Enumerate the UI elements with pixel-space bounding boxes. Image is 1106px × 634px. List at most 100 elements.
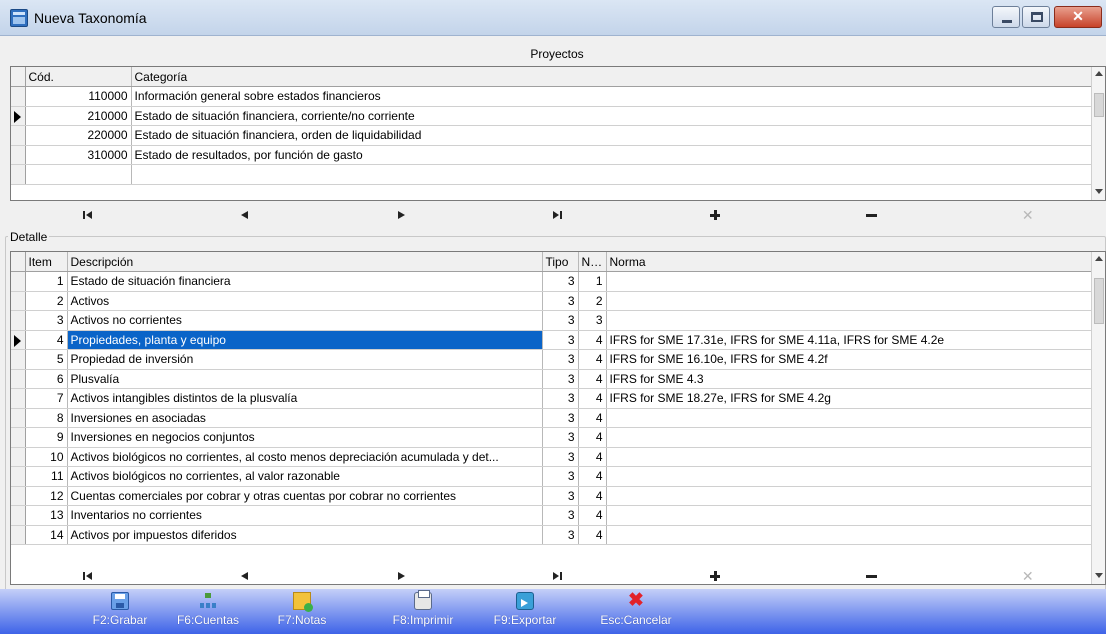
proyecto-row[interactable]: 110000 Información general sobre estados … [11, 86, 1094, 107]
cell-norma[interactable] [606, 486, 1094, 506]
cell-nivel[interactable]: 4 [578, 388, 607, 409]
nav-first-button[interactable] [10, 564, 167, 588]
column-header-item[interactable]: Item [25, 252, 68, 272]
cell-descripcion[interactable]: Activos por impuestos diferidos [67, 525, 543, 545]
detalle-row[interactable]: 9 Inversiones en negocios conjuntos 3 4 [11, 427, 1094, 448]
print-button[interactable]: F8:Imprimir [384, 590, 462, 634]
cell-item[interactable]: 7 [25, 388, 68, 409]
proyecto-new-row[interactable] [11, 164, 1094, 185]
cell-item[interactable]: 13 [25, 505, 68, 526]
cell-nivel[interactable]: 4 [578, 505, 607, 526]
detalle-row[interactable]: 12 Cuentas comerciales por cobrar y otras… [11, 486, 1094, 506]
row-indicator[interactable] [11, 291, 26, 311]
row-indicator[interactable] [11, 505, 26, 526]
cell-cod[interactable]: 210000 [25, 106, 132, 126]
detalle-row[interactable]: 4 Propiedades, planta y equipo 3 4 IFRS for … [11, 330, 1094, 350]
nav-insert-button[interactable] [636, 564, 793, 588]
cell-categoria[interactable]: Información general sobre estados financ… [131, 86, 1094, 107]
cell-cod[interactable]: 310000 [25, 145, 132, 165]
cell-norma[interactable] [606, 505, 1094, 526]
cell-descripcion[interactable]: Cuentas comerciales por cobrar y otras c… [67, 486, 543, 506]
cell-norma[interactable] [606, 466, 1094, 487]
detalle-row[interactable]: 5 Propiedad de inversión 3 4 IFRS for SME 16… [11, 349, 1094, 370]
nav-next-button[interactable] [323, 203, 480, 227]
cell-tipo[interactable]: 3 [542, 505, 579, 526]
cell-tipo[interactable]: 3 [542, 408, 579, 428]
cell-norma[interactable] [606, 271, 1094, 292]
cell-tipo[interactable]: 3 [542, 525, 579, 545]
cell-item[interactable]: 5 [25, 349, 68, 370]
cell-nivel[interactable]: 4 [578, 349, 607, 370]
cell-nivel[interactable]: 4 [578, 369, 607, 389]
nav-prior-button[interactable] [167, 203, 324, 227]
cell-descripcion[interactable]: Activos biológicos no corrientes, al cos… [67, 447, 543, 467]
proyectos-scrollbar[interactable] [1091, 67, 1105, 200]
notes-button[interactable]: F7:Notas [271, 590, 333, 634]
scroll-thumb[interactable] [1094, 278, 1104, 324]
cell-tipo[interactable]: 3 [542, 291, 579, 311]
cell-descripcion[interactable]: Inversiones en negocios conjuntos [67, 427, 543, 448]
cell-nivel[interactable]: 4 [578, 408, 607, 428]
detalle-row[interactable]: 2 Activos 3 2 [11, 291, 1094, 311]
maximize-button[interactable] [1022, 6, 1050, 28]
row-indicator[interactable] [11, 145, 26, 165]
cell-nivel[interactable]: 4 [578, 525, 607, 545]
cell-tipo[interactable]: 3 [542, 486, 579, 506]
row-indicator[interactable] [11, 86, 26, 107]
cell-categoria[interactable]: Estado de resultados, por función de gas… [131, 145, 1094, 165]
cell-descripcion[interactable]: Inventarios no corrientes [67, 505, 543, 526]
cell-item[interactable]: 14 [25, 525, 68, 545]
save-button[interactable]: F2:Grabar [88, 590, 152, 634]
cell-tipo[interactable]: 3 [542, 369, 579, 389]
cell-item[interactable]: 12 [25, 486, 68, 506]
cell-descripcion[interactable]: Estado de situación financiera [67, 271, 543, 292]
nav-delete-button[interactable] [793, 564, 950, 588]
cell-item[interactable]: 8 [25, 408, 68, 428]
cell-tipo[interactable]: 3 [542, 349, 579, 370]
nav-last-button[interactable] [480, 564, 637, 588]
cell-descripcion[interactable]: Propiedades, planta y equipo [67, 330, 543, 350]
cell-nivel[interactable]: 4 [578, 427, 607, 448]
cell-nivel[interactable]: 3 [578, 310, 607, 331]
cell-descripcion[interactable]: Propiedad de inversión [67, 349, 543, 370]
cell-descripcion[interactable]: Inversiones en asociadas [67, 408, 543, 428]
nav-cancel-button[interactable]: ✕ [949, 564, 1106, 588]
nav-cancel-button[interactable]: ✕ [949, 203, 1106, 227]
row-indicator[interactable] [11, 388, 26, 409]
detalle-row[interactable]: 8 Inversiones en asociadas 3 4 [11, 408, 1094, 428]
column-header-tipo[interactable]: Tipo [542, 252, 579, 272]
cell-norma[interactable] [606, 291, 1094, 311]
column-header-norma[interactable]: Norma [606, 252, 1094, 272]
detalle-grid[interactable]: Item Descripción Tipo Nive Norma 1 Estado… [10, 251, 1106, 585]
cell-categoria[interactable] [131, 164, 1094, 185]
cell-item[interactable]: 9 [25, 427, 68, 448]
cell-norma[interactable] [606, 427, 1094, 448]
scroll-thumb[interactable] [1094, 93, 1104, 117]
cell-norma[interactable] [606, 525, 1094, 545]
nav-delete-button[interactable] [793, 203, 950, 227]
cell-descripcion[interactable]: Activos intangibles distintos de la plus… [67, 388, 543, 409]
column-header-descripcion[interactable]: Descripción [67, 252, 543, 272]
cell-item[interactable]: 10 [25, 447, 68, 467]
cell-norma[interactable]: IFRS for SME 4.3 [606, 369, 1094, 389]
nav-last-button[interactable] [480, 203, 637, 227]
cell-item[interactable]: 3 [25, 310, 68, 331]
row-indicator[interactable] [11, 408, 26, 428]
cell-nivel[interactable]: 4 [578, 466, 607, 487]
minimize-button[interactable] [992, 6, 1020, 28]
row-indicator[interactable] [11, 466, 26, 487]
cell-descripcion[interactable]: Activos biológicos no corrientes, al val… [67, 466, 543, 487]
row-indicator[interactable] [11, 271, 26, 292]
cell-cod[interactable]: 220000 [25, 125, 132, 146]
cell-norma[interactable] [606, 310, 1094, 331]
row-indicator[interactable] [11, 525, 26, 545]
cell-tipo[interactable]: 3 [542, 271, 579, 292]
nav-next-button[interactable] [323, 564, 480, 588]
export-button[interactable]: F9:Exportar [487, 590, 563, 634]
cell-nivel[interactable]: 1 [578, 271, 607, 292]
row-indicator[interactable] [11, 349, 26, 370]
cell-categoria[interactable]: Estado de situación financiera, corrient… [131, 106, 1094, 126]
cell-tipo[interactable]: 3 [542, 388, 579, 409]
column-header-categoria[interactable]: Categoría [131, 67, 1094, 87]
cell-norma[interactable] [606, 447, 1094, 467]
